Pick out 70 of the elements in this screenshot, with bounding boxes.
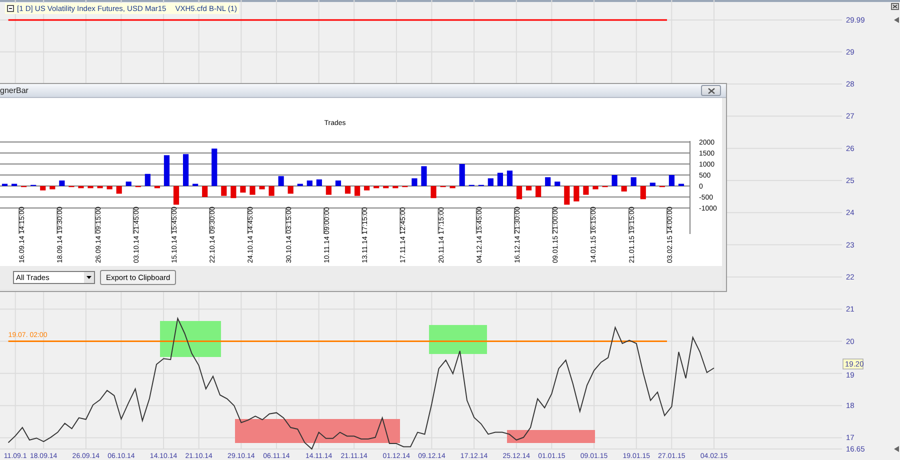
bar bbox=[50, 186, 56, 190]
bar bbox=[2, 184, 8, 186]
bar bbox=[450, 186, 456, 188]
bar bbox=[488, 178, 494, 186]
bar bbox=[78, 186, 84, 188]
bar bbox=[183, 154, 189, 186]
bar bbox=[221, 186, 227, 196]
bar bbox=[536, 186, 542, 197]
bar bbox=[126, 182, 132, 186]
bar bbox=[230, 186, 236, 198]
bar bbox=[40, 186, 46, 190]
bar bbox=[192, 184, 198, 186]
bar bbox=[97, 186, 103, 188]
bar bbox=[164, 155, 170, 186]
bar bbox=[116, 186, 122, 194]
bar bbox=[383, 186, 389, 188]
bar bbox=[459, 164, 465, 186]
bar bbox=[554, 182, 560, 186]
bar bbox=[316, 179, 322, 186]
bar bbox=[630, 177, 636, 186]
bar bbox=[564, 186, 570, 205]
bar bbox=[621, 186, 627, 192]
bar bbox=[592, 186, 598, 190]
bar bbox=[88, 186, 94, 188]
bar bbox=[344, 186, 351, 194]
bar bbox=[335, 180, 342, 186]
bar bbox=[364, 186, 370, 190]
bar bbox=[526, 186, 532, 190]
bar bbox=[259, 186, 265, 190]
close-button[interactable] bbox=[701, 85, 721, 96]
bar bbox=[173, 186, 180, 205]
bar bbox=[497, 172, 503, 186]
bar bbox=[583, 186, 589, 195]
bar bbox=[154, 186, 160, 188]
bar bbox=[306, 180, 312, 186]
bar bbox=[516, 186, 522, 200]
bar bbox=[106, 186, 112, 190]
bar bbox=[421, 166, 427, 186]
bar bbox=[668, 175, 674, 186]
bar bbox=[392, 186, 398, 188]
window-icon[interactable] bbox=[891, 3, 899, 10]
bar bbox=[59, 180, 65, 186]
bar bbox=[268, 186, 274, 196]
bar bbox=[240, 186, 246, 193]
bar bbox=[374, 186, 380, 188]
bar bbox=[678, 184, 684, 186]
bar bbox=[326, 186, 332, 195]
bar bbox=[506, 170, 513, 186]
dialog-title: gnerBar bbox=[0, 86, 28, 94]
bar bbox=[545, 177, 551, 186]
bar bbox=[12, 184, 18, 186]
price-marker-icon bbox=[894, 446, 899, 452]
price-marker-icon bbox=[894, 17, 899, 23]
bar bbox=[212, 148, 218, 186]
bar bbox=[202, 186, 208, 197]
bar bbox=[640, 186, 646, 200]
dropdown-caret-icon bbox=[84, 272, 94, 283]
bar bbox=[297, 184, 303, 186]
bar bbox=[412, 178, 418, 186]
bar bbox=[430, 186, 436, 198]
collapse-icon[interactable] bbox=[7, 5, 14, 12]
bar bbox=[250, 186, 256, 195]
bar bbox=[354, 186, 360, 196]
bar bbox=[574, 186, 580, 202]
bar bbox=[278, 176, 284, 186]
bar bbox=[288, 186, 294, 194]
bar bbox=[144, 174, 150, 186]
close-icon bbox=[708, 88, 714, 94]
bar bbox=[612, 175, 618, 186]
bar bbox=[650, 182, 656, 186]
